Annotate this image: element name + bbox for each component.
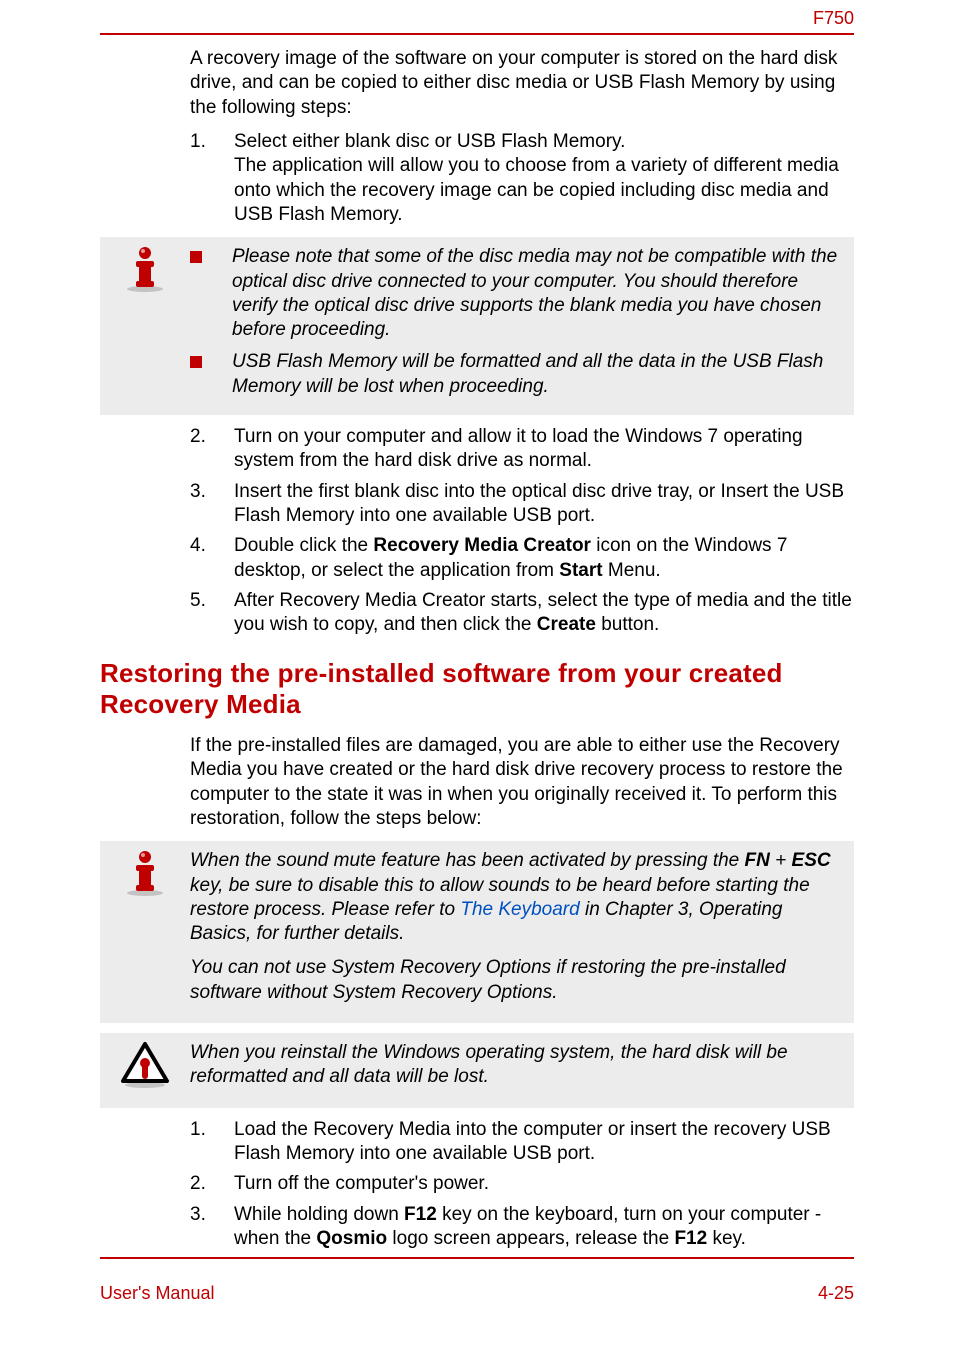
bullet-marker [190,356,202,368]
text: + [770,850,792,871]
list-number: 5. [190,589,234,638]
text: While holding down [234,1204,404,1225]
bullet-marker [190,251,202,263]
key-label: FN [745,850,770,871]
list-item: 3. While holding down F12 key on the key… [190,1203,854,1252]
list-item: 4. Double click the Recovery Media Creat… [190,534,854,583]
text: logo screen appears, release the [387,1228,674,1249]
info-icon [100,245,190,407]
bold-text: Recovery Media Creator [373,535,591,556]
list-body: After Recovery Media Creator starts, sel… [234,589,854,638]
list-body: Select either blank disc or USB Flash Me… [234,130,854,227]
list-item: 2. Turn on your computer and allow it to… [190,425,854,474]
page-number: 4-25 [818,1283,854,1304]
list-body: While holding down F12 key on the keyboa… [234,1203,854,1252]
paragraph: If the pre-installed files are damaged, … [190,734,854,831]
list-text: Insert the first blank disc into the opt… [234,480,854,529]
list-item: 5. After Recovery Media Creator starts, … [190,589,854,638]
list-body: Double click the Recovery Media Creator … [234,534,854,583]
list-number: 3. [190,480,234,529]
note-body: When you reinstall the Windows operating… [190,1041,844,1100]
cross-reference-link[interactable]: The Keyboard [460,899,579,920]
text: button. [596,614,659,635]
warning-icon [100,1041,190,1100]
footer-rule [100,1257,854,1259]
list-number: 2. [190,425,234,474]
page-footer: User's Manual 4-25 [0,1277,954,1304]
key-label: F12 [674,1228,707,1249]
warning-text: When you reinstall the Windows operating… [190,1041,844,1090]
list-number: 1. [190,1118,234,1167]
bullet-item: USB Flash Memory will be formatted and a… [190,350,844,399]
text: Double click the [234,535,373,556]
key-label: F12 [404,1204,437,1225]
text: When the sound mute feature has been act… [190,850,745,871]
note-body: When the sound mute feature has been act… [190,849,844,1015]
page-header: F750 [0,0,954,33]
list-text: Load the Recovery Media into the compute… [234,1118,854,1167]
bold-text: Start [559,560,602,581]
section-heading: Restoring the pre-installed software fro… [100,658,854,720]
list-text: Select either blank disc or USB Flash Me… [234,131,625,152]
key-label: ESC [792,850,831,871]
note-paragraph: When the sound mute feature has been act… [190,849,844,946]
list-text: Turn on your computer and allow it to lo… [234,425,854,474]
intro-paragraph: A recovery image of the software on your… [190,47,854,120]
bold-text: Qosmio [316,1228,387,1249]
list-number: 3. [190,1203,234,1252]
info-icon [100,849,190,1015]
list-text: Turn off the computer's power. [234,1172,854,1196]
bullet-text: USB Flash Memory will be formatted and a… [232,350,844,399]
ordered-list-2: 2. Turn on your computer and allow it to… [190,425,854,638]
list-item: 2. Turn off the computer's power. [190,1172,854,1196]
bullet-item: Please note that some of the disc media … [190,245,844,342]
bullet-text: Please note that some of the disc media … [232,245,844,342]
list-text: The application will allow you to choose… [234,155,839,225]
text: Menu. [603,560,661,581]
note-paragraph: You can not use System Recovery Options … [190,956,844,1005]
model-label: F750 [813,8,854,29]
list-item: 1. Load the Recovery Media into the comp… [190,1118,854,1167]
footer-title: User's Manual [100,1283,214,1304]
warning-note: When you reinstall the Windows operating… [100,1033,854,1108]
note-body: Please note that some of the disc media … [190,245,844,407]
list-item: 1. Select either blank disc or USB Flash… [190,130,854,227]
list-number: 1. [190,130,234,227]
bold-text: Create [537,614,596,635]
list-number: 4. [190,534,234,583]
text: key. [707,1228,746,1249]
page: F750 A recovery image of the software on… [0,0,954,1324]
ordered-list-1: 1. Select either blank disc or USB Flash… [190,130,854,227]
list-item: 3. Insert the first blank disc into the … [190,480,854,529]
info-note: When the sound mute feature has been act… [100,841,854,1023]
header-rule [100,33,854,35]
page-content: A recovery image of the software on your… [0,47,954,1251]
ordered-list-3: 1. Load the Recovery Media into the comp… [190,1118,854,1252]
info-note: Please note that some of the disc media … [100,237,854,415]
list-number: 2. [190,1172,234,1196]
